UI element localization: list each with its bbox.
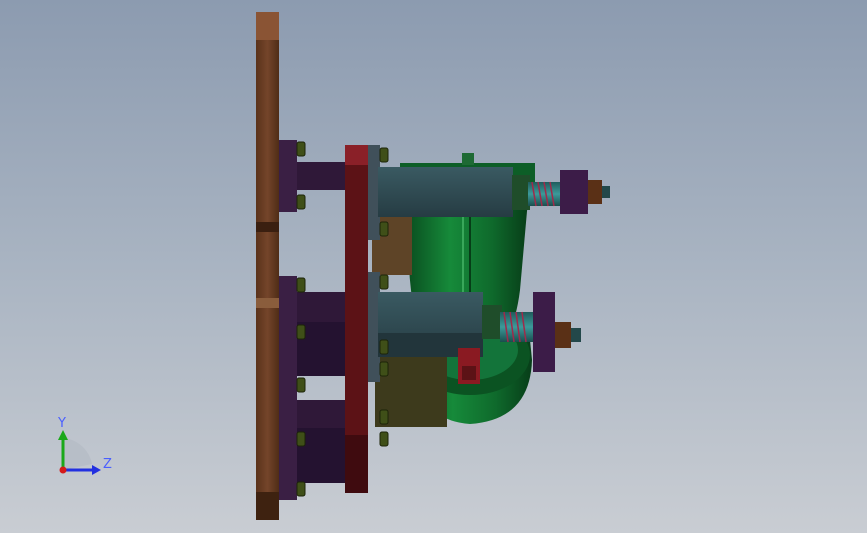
upper-bolt-tip xyxy=(602,186,610,198)
housing-top-fitting xyxy=(462,153,474,165)
flange-lower-arm xyxy=(297,400,347,428)
base-plate-joint-lower xyxy=(256,298,279,308)
flange-upper-arm xyxy=(297,162,347,190)
lower-nut[interactable] xyxy=(555,322,571,348)
flange-middle-plate xyxy=(279,276,297,391)
flange-upper-plate xyxy=(279,140,297,212)
upper-slider-block[interactable] xyxy=(378,167,513,217)
base-plate-joint-upper xyxy=(256,222,279,232)
flange-lower-plate xyxy=(279,388,297,500)
flange-middle-arm xyxy=(297,292,347,322)
lower-spring-plate xyxy=(533,292,555,372)
frame-plate-bottom xyxy=(345,435,368,493)
upper-nut[interactable] xyxy=(588,180,602,204)
flange-middle[interactable] xyxy=(279,276,347,391)
detent-block-slot xyxy=(462,366,476,380)
lower-bolt-tip xyxy=(571,328,581,342)
y-axis-label: Y xyxy=(57,416,66,431)
frame-plate[interactable] xyxy=(345,145,368,493)
cad-viewport[interactable]: Y Z xyxy=(0,0,867,533)
base-plate-top-end xyxy=(256,12,279,40)
base-plate[interactable] xyxy=(256,12,279,520)
z-axis-label: Z xyxy=(103,457,112,472)
base-plate-bottom-end xyxy=(256,492,279,520)
upper-spring-collar xyxy=(512,175,530,210)
lower-spring-collar xyxy=(482,305,502,339)
upper-spring-plate xyxy=(560,170,588,214)
frame-plate-top xyxy=(345,145,368,165)
triad-origin xyxy=(59,466,67,474)
base-plate-body xyxy=(256,12,279,520)
